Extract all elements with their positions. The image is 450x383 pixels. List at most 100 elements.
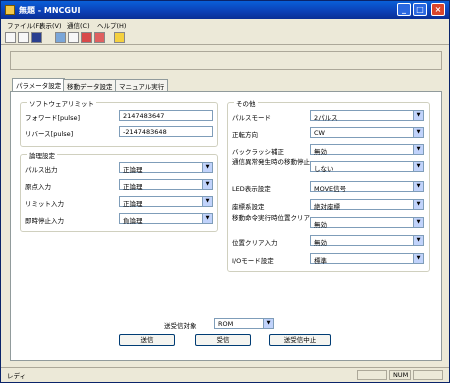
menu-file[interactable]: ファイル(F)	[7, 20, 42, 30]
window-title: 無題 - MNCGUI	[19, 6, 81, 15]
tab-manual[interactable]: マニュアル実行	[115, 79, 169, 91]
chevron-down-icon[interactable]: ▼	[413, 254, 423, 263]
chevron-down-icon[interactable]: ▼	[413, 236, 423, 245]
status-cell-empty-2	[413, 370, 443, 380]
tab-move-data[interactable]: 移動データ設定	[63, 79, 117, 91]
position-clear-on-move-label: 移動命令実行時位置クリア	[232, 214, 310, 222]
pulse-output-select[interactable]: 正論理 ▼	[119, 162, 213, 174]
main-window: 無題 - MNCGUI _ □ × ファイル(F) 表示(V) 通信(C) ヘル…	[0, 0, 450, 383]
menu-comm[interactable]: 通信(C)	[67, 20, 90, 30]
backlash-label: バックラッシ補正	[232, 148, 284, 156]
led-display-value: MOVE信号	[314, 185, 347, 193]
position-clear-input-value: 無効	[314, 239, 327, 247]
chevron-down-icon[interactable]: ▼	[202, 163, 212, 172]
open-file-icon[interactable]	[18, 32, 29, 43]
forward-direction-select[interactable]: CW ▼	[310, 127, 424, 138]
forward-direction-value: CW	[314, 129, 325, 137]
io-mode-value: 標準	[314, 257, 327, 265]
led-display-label: LED表示設定	[232, 185, 271, 193]
emergency-stop-value: 負論理	[123, 217, 143, 225]
coordinate-system-select[interactable]: 絶対座標 ▼	[310, 199, 424, 211]
app-icon	[5, 5, 15, 15]
connect-icon[interactable]	[55, 32, 66, 43]
software-limit-group: ソフトウェアリミット フォワード[pulse] 2147483647 リバース[…	[20, 98, 218, 147]
pulse-mode-select[interactable]: 2パルス ▼	[310, 110, 424, 122]
pulse-output-label: パルス出力	[25, 166, 58, 174]
emergency-stop-label: 即時停止入力	[25, 217, 64, 225]
status-bar: レディ NUM	[1, 367, 449, 382]
chevron-down-icon[interactable]: ▼	[202, 197, 212, 206]
other-settings-title: その他	[234, 98, 258, 108]
settings-grid-icon[interactable]	[81, 32, 92, 43]
transfer-target-value: ROM	[218, 320, 234, 328]
coordinate-system-label: 座標系設定	[232, 203, 265, 211]
status-cell-empty-1	[357, 370, 387, 380]
chevron-down-icon[interactable]: ▼	[413, 128, 423, 137]
stop-icon[interactable]	[94, 32, 105, 43]
logic-group: 論理設定 パルス出力 正論理 ▼ 原点入力 正論理 ▼ リミット入力 正論理 ▼ 即時…	[20, 150, 218, 232]
minimize-button[interactable]: _	[397, 3, 411, 16]
parameter-panel: ソフトウェアリミット フォワード[pulse] 2147483647 リバース[…	[10, 91, 442, 361]
emergency-stop-select[interactable]: 負論理 ▼	[119, 213, 213, 225]
reverse-limit-label: リバース[pulse]	[25, 130, 74, 138]
help-icon[interactable]	[114, 32, 125, 43]
pulse-mode-label: パルスモード	[232, 114, 271, 122]
new-file-icon[interactable]	[5, 32, 16, 43]
led-display-select[interactable]: MOVE信号 ▼	[310, 181, 424, 193]
origin-input-value: 正論理	[123, 183, 143, 191]
receive-button[interactable]: 受信	[195, 334, 251, 346]
chevron-down-icon[interactable]: ▼	[413, 200, 423, 209]
origin-input-label: 原点入力	[25, 183, 51, 191]
position-clear-on-move-value: 無効	[314, 221, 327, 229]
origin-input-select[interactable]: 正論理 ▼	[119, 179, 213, 191]
chevron-down-icon[interactable]: ▼	[413, 111, 423, 120]
forward-limit-label: フォワード[pulse]	[25, 114, 81, 122]
position-clear-input-select[interactable]: 無効 ▼	[310, 235, 424, 247]
title-bar[interactable]: 無題 - MNCGUI _ □ ×	[1, 1, 449, 19]
maximize-button[interactable]: □	[413, 3, 427, 16]
other-settings-group: その他 パルスモード 2パルス ▼ 正転方向 CW ▼ バックラッシ補正 無効 ▼ 通…	[227, 98, 430, 272]
logic-title: 論理設定	[27, 150, 57, 160]
coordinate-system-value: 絶対座標	[314, 203, 340, 211]
limit-input-label: リミット入力	[25, 200, 64, 208]
transfer-target-select[interactable]: ROM ▼	[214, 318, 274, 329]
menu-help[interactable]: ヘルプ(H)	[97, 20, 126, 30]
limit-input-select[interactable]: 正論理 ▼	[119, 196, 213, 208]
chevron-down-icon[interactable]: ▼	[413, 182, 423, 191]
close-button[interactable]: ×	[431, 3, 445, 16]
toolbar	[1, 31, 449, 45]
message-box	[10, 51, 442, 70]
backlash-select[interactable]: 無効 ▼	[310, 144, 424, 156]
backlash-value: 無効	[314, 148, 327, 156]
pulse-output-value: 正論理	[123, 166, 143, 174]
chevron-down-icon[interactable]: ▼	[413, 218, 423, 227]
forward-direction-label: 正転方向	[232, 131, 258, 139]
chevron-down-icon[interactable]: ▼	[202, 214, 212, 223]
status-num: NUM	[389, 370, 411, 380]
comm-error-stop-label: 通信異常発生時の移動停止	[232, 158, 310, 166]
limit-input-value: 正論理	[123, 200, 143, 208]
position-clear-on-move-select[interactable]: 無効 ▼	[310, 217, 424, 229]
chevron-down-icon[interactable]: ▼	[202, 180, 212, 189]
chevron-down-icon[interactable]: ▼	[263, 319, 273, 328]
pulse-mode-value: 2パルス	[314, 114, 338, 122]
forward-limit-input[interactable]: 2147483647	[119, 110, 213, 121]
io-mode-label: I/Oモード設定	[232, 257, 274, 265]
tab-parameters[interactable]: パラメータ設定	[12, 78, 66, 92]
abort-transfer-button[interactable]: 送受信中止	[269, 334, 331, 346]
send-button[interactable]: 送信	[119, 334, 175, 346]
chevron-down-icon[interactable]: ▼	[413, 145, 423, 154]
save-icon[interactable]	[31, 32, 42, 43]
status-ready: レディ	[7, 372, 27, 380]
transfer-icon[interactable]	[68, 32, 79, 43]
software-limit-title: ソフトウェアリミット	[27, 98, 96, 108]
transfer-target-label: 送受信対象	[164, 322, 197, 330]
menu-bar: ファイル(F) 表示(V) 通信(C) ヘルプ(H)	[1, 19, 449, 31]
menu-view[interactable]: 表示(V)	[39, 20, 62, 30]
reverse-limit-input[interactable]: -2147483648	[119, 126, 213, 137]
position-clear-input-label: 位置クリア入力	[232, 239, 278, 247]
comm-error-stop-select[interactable]: しない ▼	[310, 161, 424, 173]
chevron-down-icon[interactable]: ▼	[413, 162, 423, 171]
comm-error-stop-value: しない	[314, 165, 334, 173]
io-mode-select[interactable]: 標準 ▼	[310, 253, 424, 265]
